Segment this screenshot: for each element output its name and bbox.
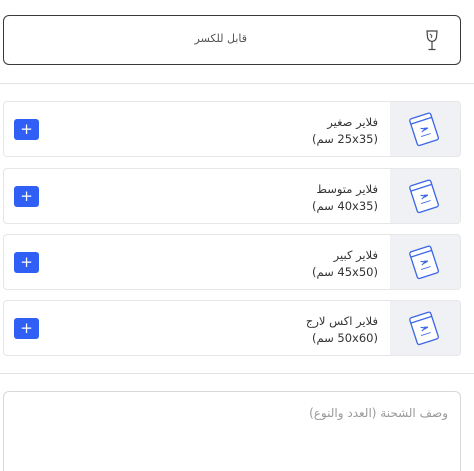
flyer-size: (45x50 سم) bbox=[311, 265, 378, 279]
wine-glass-icon bbox=[426, 30, 438, 51]
flyer-bag-icon bbox=[409, 245, 439, 280]
flyer-size: (40x35 سم) bbox=[311, 199, 378, 213]
add-button[interactable]: + bbox=[14, 252, 39, 273]
flyer-name: فلاير اكس لارج bbox=[305, 314, 378, 328]
flyer-bag-icon bbox=[409, 311, 439, 346]
flyer-name: فلاير متوسط bbox=[316, 182, 378, 196]
flyer-thumbnail bbox=[390, 235, 460, 289]
flyer-thumbnail bbox=[390, 301, 460, 355]
fragile-option[interactable]: قابل للكسر bbox=[3, 15, 461, 65]
flyer-thumbnail bbox=[390, 102, 460, 156]
flyer-item-large: فلاير كبير (45x50 سم) + bbox=[3, 234, 461, 290]
fragile-label: قابل للكسر bbox=[194, 32, 247, 45]
flyer-size: (25x35 سم) bbox=[311, 132, 378, 146]
flyer-item-small: فلاير صغير (25x35 سم) + bbox=[3, 101, 461, 157]
flyer-name: فلاير صغير bbox=[327, 115, 378, 129]
flyer-item-xlarge: فلاير اكس لارج (50x60 سم) + bbox=[3, 300, 461, 356]
flyer-name: فلاير كبير bbox=[333, 248, 378, 262]
shipment-description-field[interactable] bbox=[3, 391, 461, 471]
divider bbox=[0, 373, 474, 374]
flyer-size: (50x60 سم) bbox=[311, 331, 378, 345]
flyer-bag-icon bbox=[409, 112, 439, 147]
flyer-bag-icon bbox=[409, 179, 439, 214]
add-button[interactable]: + bbox=[14, 186, 39, 207]
flyer-item-medium: فلاير متوسط (40x35 سم) + bbox=[3, 168, 461, 224]
add-button[interactable]: + bbox=[14, 318, 39, 339]
add-button[interactable]: + bbox=[14, 119, 39, 140]
divider bbox=[0, 83, 474, 84]
flyer-thumbnail bbox=[390, 169, 460, 223]
